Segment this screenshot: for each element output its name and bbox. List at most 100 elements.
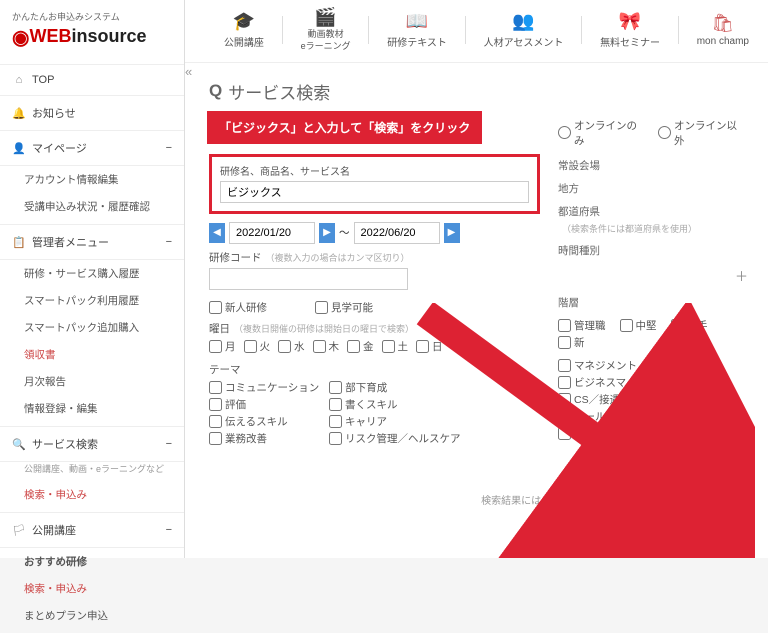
cb-weekday-5[interactable]: 土 xyxy=(382,339,409,354)
venue-label: 常設会場 xyxy=(558,158,748,173)
radio-online-only[interactable]: オンラインのみ xyxy=(558,118,640,148)
cb-theme[interactable]: リスク管理／ヘルスケア xyxy=(329,431,461,446)
home-icon: ⌂ xyxy=(12,74,26,86)
sidebar: かんたんお申込みシステム ◉WEBinsource ⌂TOP 🔔お知らせ 👤マイ… xyxy=(0,0,185,558)
radio-online-excl[interactable]: オンライン以外 xyxy=(658,118,740,148)
cb-weekday-2[interactable]: 水 xyxy=(278,339,305,354)
search-icon: Q xyxy=(209,81,222,101)
cb-rank[interactable]: 管理職 xyxy=(558,318,606,333)
list-icon: 📋 xyxy=(12,236,26,249)
cb-theme[interactable]: 評価 xyxy=(209,397,319,412)
nav-admin-3[interactable]: 領収書 xyxy=(0,341,184,368)
service-name-input[interactable] xyxy=(220,181,529,203)
page-title: Qサービス検索 xyxy=(209,79,748,104)
clear-button[interactable]: 検索解除 xyxy=(543,515,647,548)
date-to-input[interactable] xyxy=(354,222,440,244)
ribbon-icon: 🎀 xyxy=(619,11,641,32)
date-from-input[interactable] xyxy=(229,222,315,244)
date-prev-from[interactable]: ◀ xyxy=(209,223,225,243)
cb-rank[interactable]: 若手 xyxy=(671,318,708,333)
nav-admin-4[interactable]: 月次報告 xyxy=(0,368,184,395)
bell-icon: 🔔 xyxy=(12,107,26,120)
date-next-from[interactable]: ▶ xyxy=(319,223,335,243)
nav-admin-0[interactable]: 研修・サービス購入履歴 xyxy=(0,260,184,287)
graduation-icon: 🎓 xyxy=(233,11,255,32)
date-range-row: ◀ ▶ 〜 ▶ xyxy=(209,222,540,244)
cb-weekday-1[interactable]: 火 xyxy=(244,339,271,354)
collapse-icon: − xyxy=(166,524,172,536)
date-next-to[interactable]: ▶ xyxy=(444,223,460,243)
footer: 検索結果には、すべての条件を満たしたものが表示されます 検索解除 Q検索 xyxy=(240,492,750,548)
logo-tagline: かんたんお申込みシステム xyxy=(12,10,172,23)
cb-theme[interactable]: 部下育成 xyxy=(329,380,439,395)
cb-category[interactable]: ビジネスマイン xyxy=(558,375,647,390)
cb-theme[interactable]: 伝えるスキル xyxy=(209,414,319,429)
cb-category[interactable]: CS／接遇／クレーム対応 xyxy=(558,392,693,407)
footer-note: 検索結果には、すべての条件を満たしたものが表示されます xyxy=(240,492,750,507)
nav-notice[interactable]: 🔔お知らせ xyxy=(0,96,184,131)
collapse-icon: − xyxy=(166,438,172,450)
rank-label: 階層 xyxy=(558,295,748,310)
instruction-callout: 「ビジックス」と入力して「検索」をクリック xyxy=(207,111,482,144)
cb-category[interactable]: コールセンター xyxy=(558,409,648,424)
collapse-icon: − xyxy=(166,142,172,154)
nav-admin-1[interactable]: スマートパック利用履歴 xyxy=(0,287,184,314)
topnav-text[interactable]: 📖研修テキスト xyxy=(383,11,451,49)
nav-open-2[interactable]: まとめプラン申込 xyxy=(0,602,184,629)
film-icon: 🎬 xyxy=(314,8,336,28)
cb-visible[interactable]: 見学可能 xyxy=(315,300,373,315)
topnav-monchamp[interactable]: 🛍mon champ xyxy=(693,13,753,47)
cb-rank[interactable]: 新 xyxy=(558,335,585,350)
topnav-open-course[interactable]: 🎓公開講座 xyxy=(220,11,268,49)
cb-theme[interactable]: キャリア xyxy=(329,414,439,429)
people-icon: 👥 xyxy=(512,11,534,32)
nav-search-apply[interactable]: 検索・申込み xyxy=(0,481,184,508)
nav-admin[interactable]: 📋管理者メニュー− xyxy=(0,225,184,260)
main: 🎓公開講座 🎬動画教材eラーニング 📖研修テキスト 👥人材アセスメント 🎀無料セ… xyxy=(185,0,768,558)
cb-category[interactable]: 人事・総務・財務・法務 xyxy=(558,426,690,441)
nav-mypage[interactable]: 👤マイページ− xyxy=(0,131,184,166)
code-input[interactable] xyxy=(209,268,408,290)
cb-weekday-0[interactable]: 月 xyxy=(209,339,236,354)
nav-top[interactable]: ⌂TOP xyxy=(0,65,184,96)
pref-label: 都道府県 xyxy=(558,204,748,219)
nav-open-0[interactable]: おすすめ研修 xyxy=(0,548,184,575)
cb-weekday-6[interactable]: 日 xyxy=(416,339,443,354)
book-icon: 📖 xyxy=(406,11,428,32)
nav-search-hint: 公開講座、動画・eラーニングなど xyxy=(0,462,184,481)
duration-label: 時間種別 xyxy=(558,243,748,258)
cb-rank[interactable]: 中堅 xyxy=(620,318,657,333)
cb-theme[interactable]: 書くスキル xyxy=(329,397,439,412)
cb-newcomer[interactable]: 新人研修 xyxy=(209,300,267,315)
nav-open-1[interactable]: 検索・申込み xyxy=(0,575,184,602)
nav-admin-5[interactable]: 情報登録・編集 xyxy=(0,395,184,422)
weekday-label: 曜日 xyxy=(209,323,230,335)
nav-mypage-history[interactable]: 受講申込み状況・履歴確認 xyxy=(0,193,184,220)
logo: かんたんお申込みシステム ◉WEBinsource xyxy=(0,0,184,65)
code-hint: （複数入力の場合はカンマ区切り） xyxy=(266,253,410,263)
search-icon: 🔍 xyxy=(12,438,26,451)
cb-weekday-3[interactable]: 木 xyxy=(313,339,340,354)
category-grid: マネジメントビジネスマイン CS／接遇／クレーム対応コールセンター人事・総務・財務… xyxy=(558,358,748,441)
topnav-seminar[interactable]: 🎀無料セミナー xyxy=(596,11,664,49)
nav-admin-2[interactable]: スマートパック追加購入 xyxy=(0,314,184,341)
topnav: 🎓公開講座 🎬動画教材eラーニング 📖研修テキスト 👥人材アセスメント 🎀無料セ… xyxy=(185,0,768,63)
flag-icon: 🏳 xyxy=(12,524,26,537)
weekday-row: 月火水木金土日 xyxy=(209,339,540,356)
nav-search[interactable]: 🔍サービス検索− xyxy=(0,427,184,462)
cb-theme[interactable]: コミュニケーション xyxy=(209,380,319,395)
expand-icon[interactable]: ＋ xyxy=(735,266,748,285)
topnav-assessment[interactable]: 👥人材アセスメント xyxy=(480,11,568,49)
cb-weekday-4[interactable]: 金 xyxy=(347,339,374,354)
service-name-field-highlight: 研修名、商品名、サービス名 xyxy=(209,154,540,214)
theme-label: テーマ xyxy=(209,362,540,377)
cb-category[interactable]: マネジメント xyxy=(558,358,643,373)
search-form-left: 研修名、商品名、サービス名 ◀ ▶ 〜 ▶ 研修コード（複数入力の場合はカンマ区… xyxy=(209,118,540,446)
nav-mypage-account[interactable]: アカウント情報編集 xyxy=(0,166,184,193)
nav-open[interactable]: 🏳公開講座− xyxy=(0,513,184,548)
topnav-video[interactable]: 🎬動画教材eラーニング xyxy=(297,8,355,52)
cb-theme[interactable]: 業務改善 xyxy=(209,431,319,446)
rank-row: 管理職中堅若手新 xyxy=(558,318,748,350)
content: Qサービス検索 「ビジックス」と入力して「検索」をクリック 研修名、商品名、サー… xyxy=(185,63,768,558)
search-button[interactable]: Q検索 xyxy=(657,515,750,548)
